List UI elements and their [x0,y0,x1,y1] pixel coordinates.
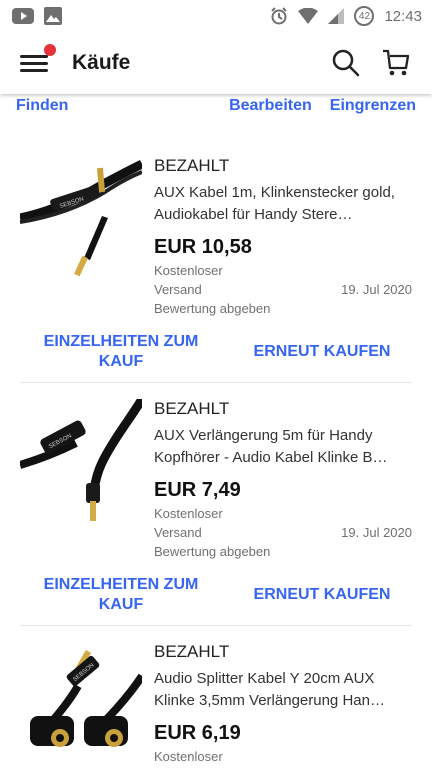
image-icon [44,7,62,25]
buy-again-button[interactable]: ERNEUT KAUFEN [232,342,412,362]
menu-button[interactable] [20,44,56,75]
shipping-line-2: Versand [154,525,202,540]
aux-extension-cable-image: SEBSON [18,396,146,521]
order-date: 19. Jul 2020 [341,282,412,297]
shipping-line-1: Kostenloser [154,749,223,764]
shipping-line-1: Kostenloser [154,263,223,278]
page-title: Käufe [72,51,131,74]
search-icon [332,49,360,77]
item-title[interactable]: AUX Verlängerung 5m für Handy Kopfhörer … [154,425,412,469]
battery-icon: 42 [354,6,375,26]
order-card[interactable]: SEBSON BEZAHLT AUX Verlängerung 5m für H… [0,383,432,626]
audio-splitter-image: SEBSON [30,649,146,747]
find-link[interactable]: Finden [16,97,68,115]
order-meta: Kostenloser Versand 19. Jul 2020 Bewertu… [154,261,412,318]
action-row-right: Bearbeiten Eingrenzen [229,97,416,115]
order-meta: Kostenloser [154,747,412,766]
status-bar: 42 12:43 [0,0,432,32]
signal-icon [328,8,345,24]
cart-icon [383,49,410,76]
order-status: BEZAHLT [154,156,230,175]
notification-dot [44,44,56,56]
shipping-line-2: Versand [154,282,202,297]
search-button[interactable] [324,41,368,85]
feedback-status: Bewertung abgeben [154,301,271,316]
edit-link[interactable]: Bearbeiten [229,97,312,115]
action-row: Finden Bearbeiten Eingrenzen [0,94,432,118]
buy-again-button[interactable]: ERNEUT KAUFEN [232,585,412,605]
order-meta: Kostenloser Versand 19. Jul 2020 Bewertu… [154,504,412,561]
order-date: 19. Jul 2020 [341,525,412,540]
item-price: EUR 6,19 [154,722,241,744]
feedback-status: Bewertung abgeben [154,544,271,559]
item-title[interactable]: Audio Splitter Kabel Y 20cm AUX Klinke 3… [154,668,412,712]
product-image[interactable]: SEBSON [18,396,146,521]
youtube-icon [12,8,34,24]
clock: 12:43 [384,7,422,25]
item-price: EUR 7,49 [154,479,241,501]
order-details-button[interactable]: EINZELHEITEN ZUM KAUF [20,332,222,372]
order-card[interactable]: SEBSON BEZAHLT AUX Kabel 1m, Klinkenstec… [0,118,432,383]
status-bar-left [12,7,62,25]
order-status: BEZAHLT [154,399,230,418]
item-price: EUR 10,58 [154,236,252,258]
orders-list: SEBSON BEZAHLT AUX Kabel 1m, Klinkenstec… [0,118,432,766]
app-bar: Käufe [0,32,432,94]
order-card[interactable]: SEBSON BEZAHLT Audio Splitter Kabel Y 20… [0,626,432,766]
aux-cable-image: SEBSON [19,159,145,277]
alarm-icon [271,7,288,25]
wifi-icon [298,8,319,24]
order-status: BEZAHLT [154,642,230,661]
status-bar-right: 42 12:43 [270,6,422,26]
refine-link[interactable]: Eingrenzen [330,97,416,115]
product-image[interactable]: SEBSON [19,156,145,278]
item-title[interactable]: AUX Kabel 1m, Klinkenstecker gold, Audio… [154,182,412,226]
cart-button[interactable] [374,41,418,85]
order-details-button[interactable]: EINZELHEITEN ZUM KAUF [20,575,222,615]
product-image[interactable]: SEBSON [20,642,146,764]
shipping-line-1: Kostenloser [154,506,223,521]
